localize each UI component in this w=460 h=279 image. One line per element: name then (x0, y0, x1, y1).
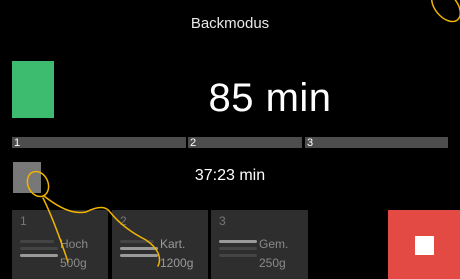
total-time: 85 min (208, 76, 332, 120)
program-card-1[interactable]: 1 Hoch 500g (12, 210, 108, 279)
phase-indicator (12, 61, 54, 118)
elapsed-indicator (13, 162, 41, 193)
level-bars-icon (20, 240, 60, 270)
program-name: Hoch (60, 237, 89, 251)
program-number: 1 (20, 214, 27, 228)
touch-indicator-icon (430, 0, 460, 23)
stop-button[interactable] (388, 210, 460, 279)
program-number: 2 (120, 214, 127, 228)
program-card-2[interactable]: 2 Kart. 1200g (112, 210, 208, 279)
level-bars-icon (120, 240, 160, 270)
program-weight: 250g (259, 256, 286, 270)
phase-segment-3: 3 (305, 137, 448, 149)
stop-square-icon (415, 236, 434, 255)
program-weight: 1200g (160, 256, 194, 270)
elapsed-time: 37:23 min (194, 167, 266, 184)
phase-segment-1: 1 (12, 137, 186, 149)
page-title: Backmodus (190, 15, 270, 32)
phase-segment-2: 2 (188, 137, 302, 149)
program-name: Gem. (259, 237, 289, 251)
program-card-3[interactable]: 3 Gem. 250g (211, 210, 308, 279)
level-bars-icon (219, 240, 259, 270)
program-name: Kart. (160, 237, 186, 251)
program-number: 3 (219, 214, 226, 228)
program-weight: 500g (60, 256, 87, 270)
